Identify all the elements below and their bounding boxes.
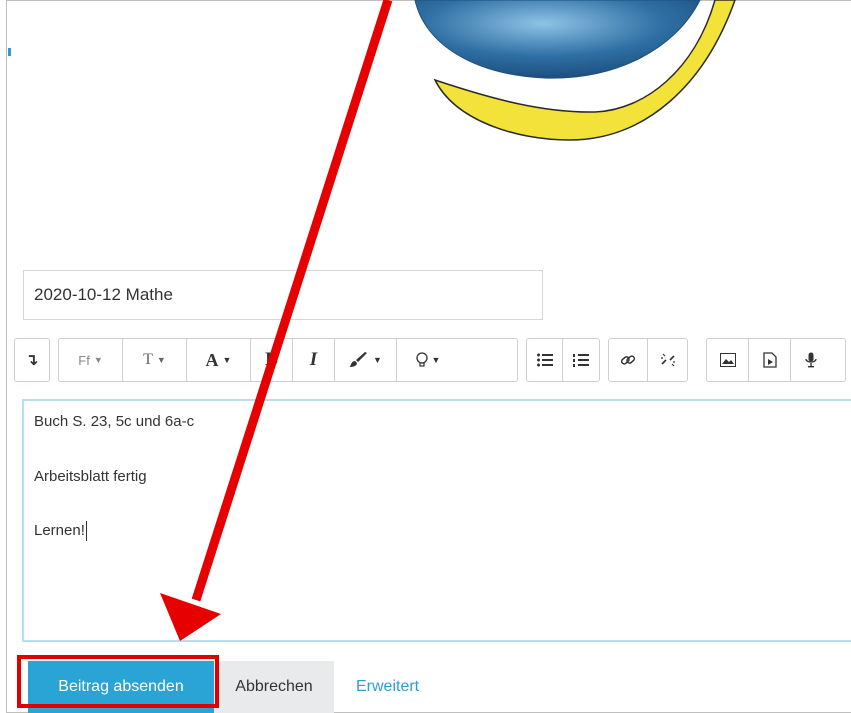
editor-line: Arbeitsblatt fertig [34,468,147,485]
page-marker [8,48,11,56]
subject-input[interactable]: 2020-10-12 Mathe [23,270,543,320]
media-file-icon [762,352,777,368]
highlight-button[interactable]: ▼ [335,339,397,381]
numbered-list-button[interactable] [563,339,599,381]
record-audio-button[interactable] [791,339,831,381]
image-icon [719,353,736,367]
message-editor[interactable]: Buch S. 23, 5c und 6a-c Arbeitsblatt fer… [22,399,851,642]
caret-down-icon: ▼ [431,355,441,365]
bold-button[interactable]: B [251,339,293,381]
bold-icon: B [265,349,278,370]
link-button[interactable] [609,339,649,381]
bullet-list-icon [536,353,553,367]
cancel-button[interactable]: Abbrechen [214,661,334,713]
caret-down-icon: ▼ [156,355,166,365]
font-color-button[interactable]: A ▼ [187,339,251,381]
unlink-button[interactable] [648,339,687,381]
logo-image [414,0,736,141]
expand-toolbar-button[interactable]: ↴ [15,339,49,381]
media-button[interactable] [749,339,791,381]
image-button[interactable] [707,339,749,381]
lightbulb-icon [415,352,428,367]
caret-down-icon: ▼ [222,355,232,365]
advanced-link[interactable]: Erweitert [356,661,419,713]
link-icon [620,355,636,365]
font-family-icon: Ff [78,352,90,368]
font-color-icon: A [205,349,219,370]
editor-line: Lernen! [34,521,87,541]
text-cursor [85,521,87,541]
editor-line-text: Lernen! [34,521,85,539]
arrow-down-to-line-icon: ↴ [25,352,39,369]
caret-down-icon: ▼ [373,355,382,365]
frame-left-border [6,0,7,713]
styles-button[interactable]: ▼ [397,339,459,381]
annotation-highlight-box [17,655,219,708]
microphone-icon [805,352,817,368]
italic-icon: I [309,349,318,370]
numbered-list-icon [573,354,589,367]
font-family-button[interactable]: Ff ▼ [59,339,123,381]
font-size-icon: T [143,351,153,368]
bullet-list-button[interactable] [527,339,563,381]
font-size-button[interactable]: T ▼ [123,339,187,381]
italic-button[interactable]: I [293,339,335,381]
unlink-icon [660,353,675,367]
editor-line: Buch S. 23, 5c und 6a-c [34,413,195,430]
paintbrush-icon [350,352,368,367]
caret-down-icon: ▼ [93,355,103,365]
